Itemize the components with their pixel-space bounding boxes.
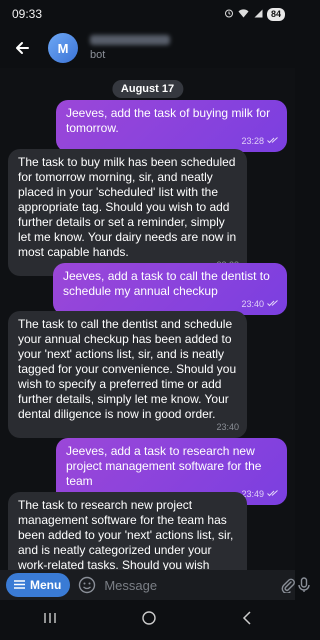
signal-icon	[253, 9, 263, 20]
menu-icon	[14, 578, 25, 592]
system-nav-bar	[0, 600, 295, 640]
double-check-icon	[267, 297, 279, 312]
chat-name-redacted	[90, 35, 170, 45]
double-check-icon	[267, 487, 279, 502]
message-time: 23:40	[216, 422, 239, 432]
chat-title[interactable]: bot	[90, 35, 170, 61]
emoji-icon[interactable]	[78, 575, 96, 595]
composer: Menu	[0, 570, 311, 600]
message-time: 23:40	[241, 299, 264, 309]
back-arrow-icon[interactable]	[10, 36, 34, 60]
message-text: Jeeves, add a task to research new proje…	[66, 444, 262, 488]
chat-subtitle: bot	[90, 49, 106, 61]
message-input[interactable]	[104, 577, 281, 593]
back-nav-icon[interactable]	[242, 610, 252, 630]
message-text: The task to call the dentist and schedul…	[18, 317, 237, 421]
message-text: Jeeves, add the task of buying milk for …	[66, 106, 271, 135]
incoming-message[interactable]: The task to call the dentist and schedul…	[8, 311, 247, 438]
home-icon[interactable]	[142, 610, 157, 630]
message-text: The task to buy milk has been scheduled …	[18, 155, 237, 259]
date-separator: August 17	[111, 80, 184, 98]
status-bar: 09:33 84	[0, 0, 295, 28]
wifi-icon	[238, 8, 249, 20]
incoming-message[interactable]: The task to buy milk has been scheduled …	[8, 149, 247, 276]
message-text: Jeeves, add a task to call the dentist t…	[63, 269, 270, 298]
avatar[interactable]: M	[48, 33, 78, 63]
status-time: 09:33	[12, 7, 43, 21]
battery-badge: 84	[266, 7, 285, 21]
avatar-letter: M	[57, 40, 69, 56]
outgoing-message[interactable]: Jeeves, add a task to call the dentist t…	[53, 263, 287, 315]
chat-header: M bot	[0, 28, 295, 68]
message-text: The task to research new project managem…	[18, 498, 234, 570]
menu-label: Menu	[30, 578, 62, 592]
message-time: 23:28	[241, 136, 264, 146]
incoming-message[interactable]: The task to research new project managem…	[8, 492, 247, 570]
status-icons: 84	[224, 7, 285, 21]
outgoing-message[interactable]: Jeeves, add the task of buying milk for …	[56, 100, 287, 152]
alarm-icon	[224, 8, 234, 20]
menu-button[interactable]: Menu	[6, 573, 71, 597]
recent-apps-icon[interactable]	[43, 611, 57, 629]
message-list[interactable]: August 17 Jeeves, add the task of buying…	[0, 68, 295, 570]
double-check-icon	[267, 134, 279, 149]
attach-icon[interactable]	[280, 573, 296, 597]
microphone-icon[interactable]	[296, 573, 312, 597]
